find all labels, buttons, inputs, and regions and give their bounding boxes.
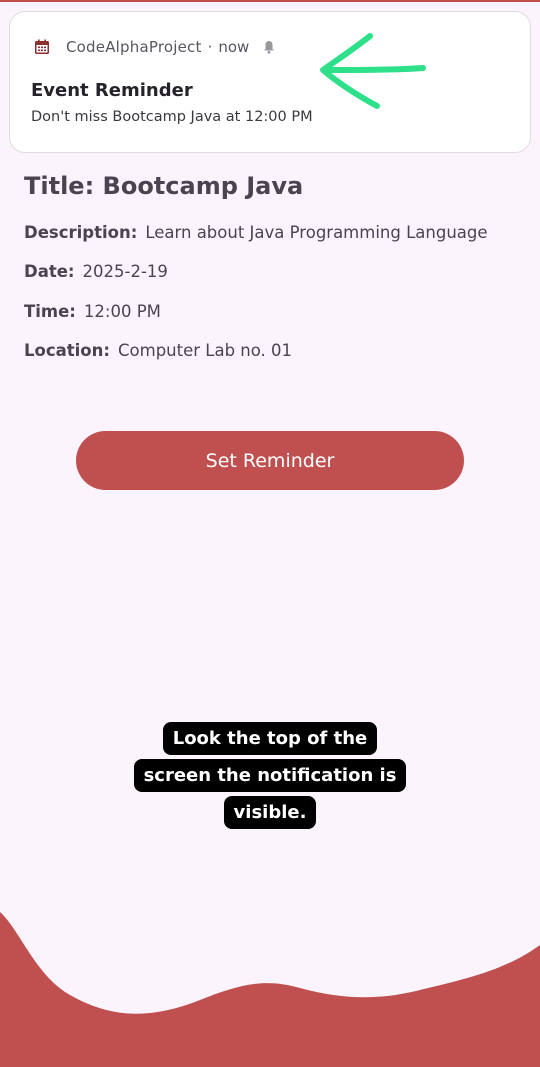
time-value: 12:00 PM	[83, 302, 161, 321]
event-time: Time: 12:00 PM	[24, 302, 161, 321]
calendar-icon	[35, 39, 49, 54]
notification-card[interactable]: CodeAlphaProject · now Event Reminder Do…	[9, 11, 531, 153]
date-value: 2025-2-19	[82, 262, 168, 281]
date-label: Date:	[24, 262, 75, 281]
event-location: Location: Computer Lab no. 01	[24, 341, 292, 360]
notification-body: Don't miss Bootcamp Java at 12:00 PM	[31, 109, 313, 125]
event-title-label: Title:	[24, 172, 95, 200]
bell-icon	[264, 41, 275, 54]
notification-app-name: CodeAlphaProject	[66, 38, 202, 56]
event-description: Description: Learn about Java Programming…	[24, 223, 488, 242]
notification-time: now	[218, 38, 250, 56]
event-date: Date: 2025-2-19	[24, 262, 168, 281]
location-label: Location:	[24, 341, 110, 360]
notification-title: Event Reminder	[31, 80, 193, 101]
caption-text: Look the top of the screen the notificat…	[133, 722, 407, 829]
event-title-value: Bootcamp Java	[102, 172, 304, 200]
time-label: Time:	[24, 302, 76, 321]
green-arrow-annotation	[320, 33, 426, 109]
notification-header: CodeAlphaProject · now	[34, 36, 275, 58]
description-label: Description:	[24, 223, 138, 242]
location-value: Computer Lab no. 01	[118, 341, 293, 360]
top-accent-line	[0, 0, 540, 2]
caption-overlay: Look the top of the screen the notificat…	[132, 720, 408, 831]
set-reminder-button[interactable]: Set Reminder	[76, 431, 464, 490]
bottom-wave-decoration	[0, 912, 540, 1067]
event-title: Title: Bootcamp Java	[24, 172, 303, 200]
notification-separator: ·	[207, 38, 213, 56]
description-value: Learn about Java Programming Language	[145, 223, 488, 242]
